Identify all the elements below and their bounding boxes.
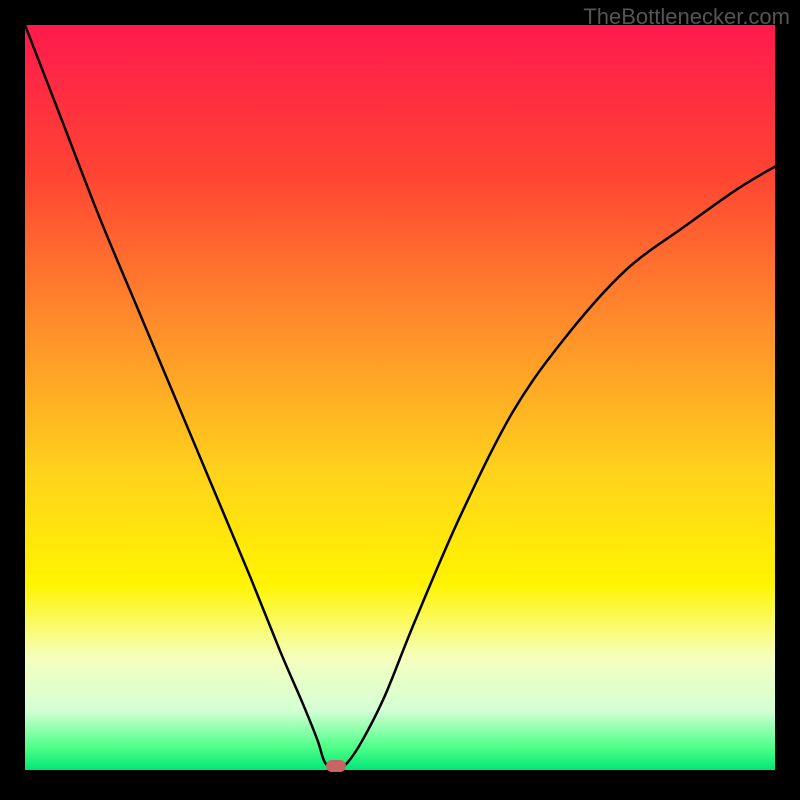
bottleneck-curve (25, 25, 775, 770)
optimal-point-marker (326, 760, 346, 772)
curve-layer (25, 25, 775, 770)
watermark-text: TheBottlenecker.com (583, 4, 790, 30)
chart-frame (25, 25, 775, 770)
